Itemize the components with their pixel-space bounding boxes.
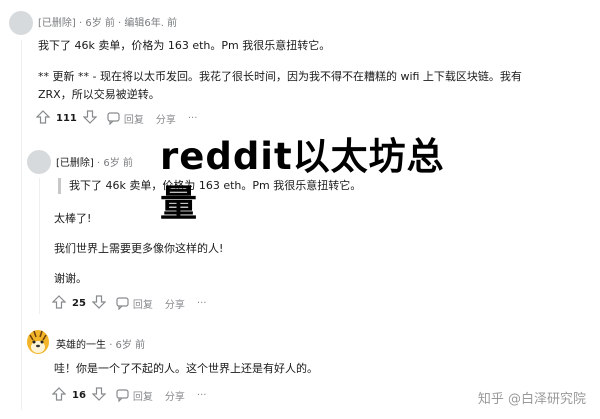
comment-text: 谢谢。 <box>54 272 87 285</box>
comment-time: · 6岁 前 <box>97 158 133 169</box>
reply-button[interactable]: 回复 <box>107 111 144 126</box>
tiger-avatar-icon <box>27 330 49 354</box>
reply-icon <box>107 112 120 125</box>
username[interactable]: 英雄的一生 <box>56 340 106 351</box>
reply-button[interactable]: 回复 <box>116 388 153 403</box>
vote-count: 16 <box>72 390 86 401</box>
share-label: 分享 <box>155 115 176 126</box>
watermark: 知乎 @白泽研究院 <box>477 392 586 407</box>
comment-actions: 25 回复 分享 ··· <box>51 295 218 312</box>
comment-text: 我下了 46k 卖单，价格为 163 eth。Pm 我很乐意扭转它。 <box>38 39 331 52</box>
reply-icon <box>116 297 129 310</box>
reply-label: 回复 <box>132 392 153 403</box>
avatar[interactable] <box>9 11 33 35</box>
comment-meta: [已删除] · 6岁 前 <box>56 154 133 169</box>
reply-label: 回复 <box>123 115 144 126</box>
share-button[interactable]: 分享 <box>165 388 185 403</box>
blockquote: 我下了 46k 卖单，价格为 163 eth。Pm 我很乐意扭转它。 <box>58 178 361 194</box>
more-options-button[interactable]: ··· <box>197 390 207 401</box>
overlay-title: reddit以太坊总 <box>160 135 445 178</box>
upvote-icon[interactable] <box>51 387 67 404</box>
share-button[interactable]: 分享 <box>165 296 185 311</box>
reply-button[interactable]: 回复 <box>116 296 153 311</box>
reply-label: 回复 <box>132 300 153 311</box>
comment-text: 太棒了! <box>54 212 92 225</box>
vote-count: 111 <box>56 113 77 124</box>
vote-count: 25 <box>72 298 86 309</box>
avatar[interactable] <box>25 326 51 356</box>
share-label: 分享 <box>164 300 185 311</box>
upvote-icon[interactable] <box>35 110 51 127</box>
share-label: 分享 <box>164 392 185 403</box>
comment-text: 我们世界上需要更多像你这样的人! <box>54 242 224 255</box>
overlay-title-continued: 量 <box>160 182 198 225</box>
comment-text: 哇！你是一个了不起的人。这个世界上还是有好人的。 <box>54 362 318 375</box>
share-button[interactable]: 分享 <box>156 111 176 126</box>
more-options-button[interactable]: ··· <box>188 113 198 124</box>
downvote-icon[interactable] <box>91 387 107 404</box>
comment-actions: 16 回复 分享 ··· <box>51 387 218 404</box>
comment-actions: 111 回复 分享 ··· <box>35 110 209 127</box>
username[interactable]: [已删除] <box>56 158 94 169</box>
comment-time: · 6岁 前 <box>109 340 146 351</box>
comment-meta: [已删除] · 6岁 前 · 编辑6年. 前 <box>38 18 178 29</box>
upvote-icon[interactable] <box>51 295 67 312</box>
more-options-button[interactable]: ··· <box>197 298 207 309</box>
reply-icon <box>116 389 129 402</box>
comment-text: ** 更新 ** - 现在将以太币发回。我花了很长时间，因为我不得不在糟糕的 w… <box>38 70 522 83</box>
comment-meta: 英雄的一生 · 6岁 前 <box>56 336 145 351</box>
downvote-icon[interactable] <box>91 295 107 312</box>
downvote-icon[interactable] <box>82 110 98 127</box>
avatar[interactable] <box>27 150 51 174</box>
thread-line[interactable] <box>39 178 40 314</box>
comment-text: ZRX，所以交易被逆转。 <box>38 88 160 101</box>
thread-line[interactable] <box>21 40 22 410</box>
